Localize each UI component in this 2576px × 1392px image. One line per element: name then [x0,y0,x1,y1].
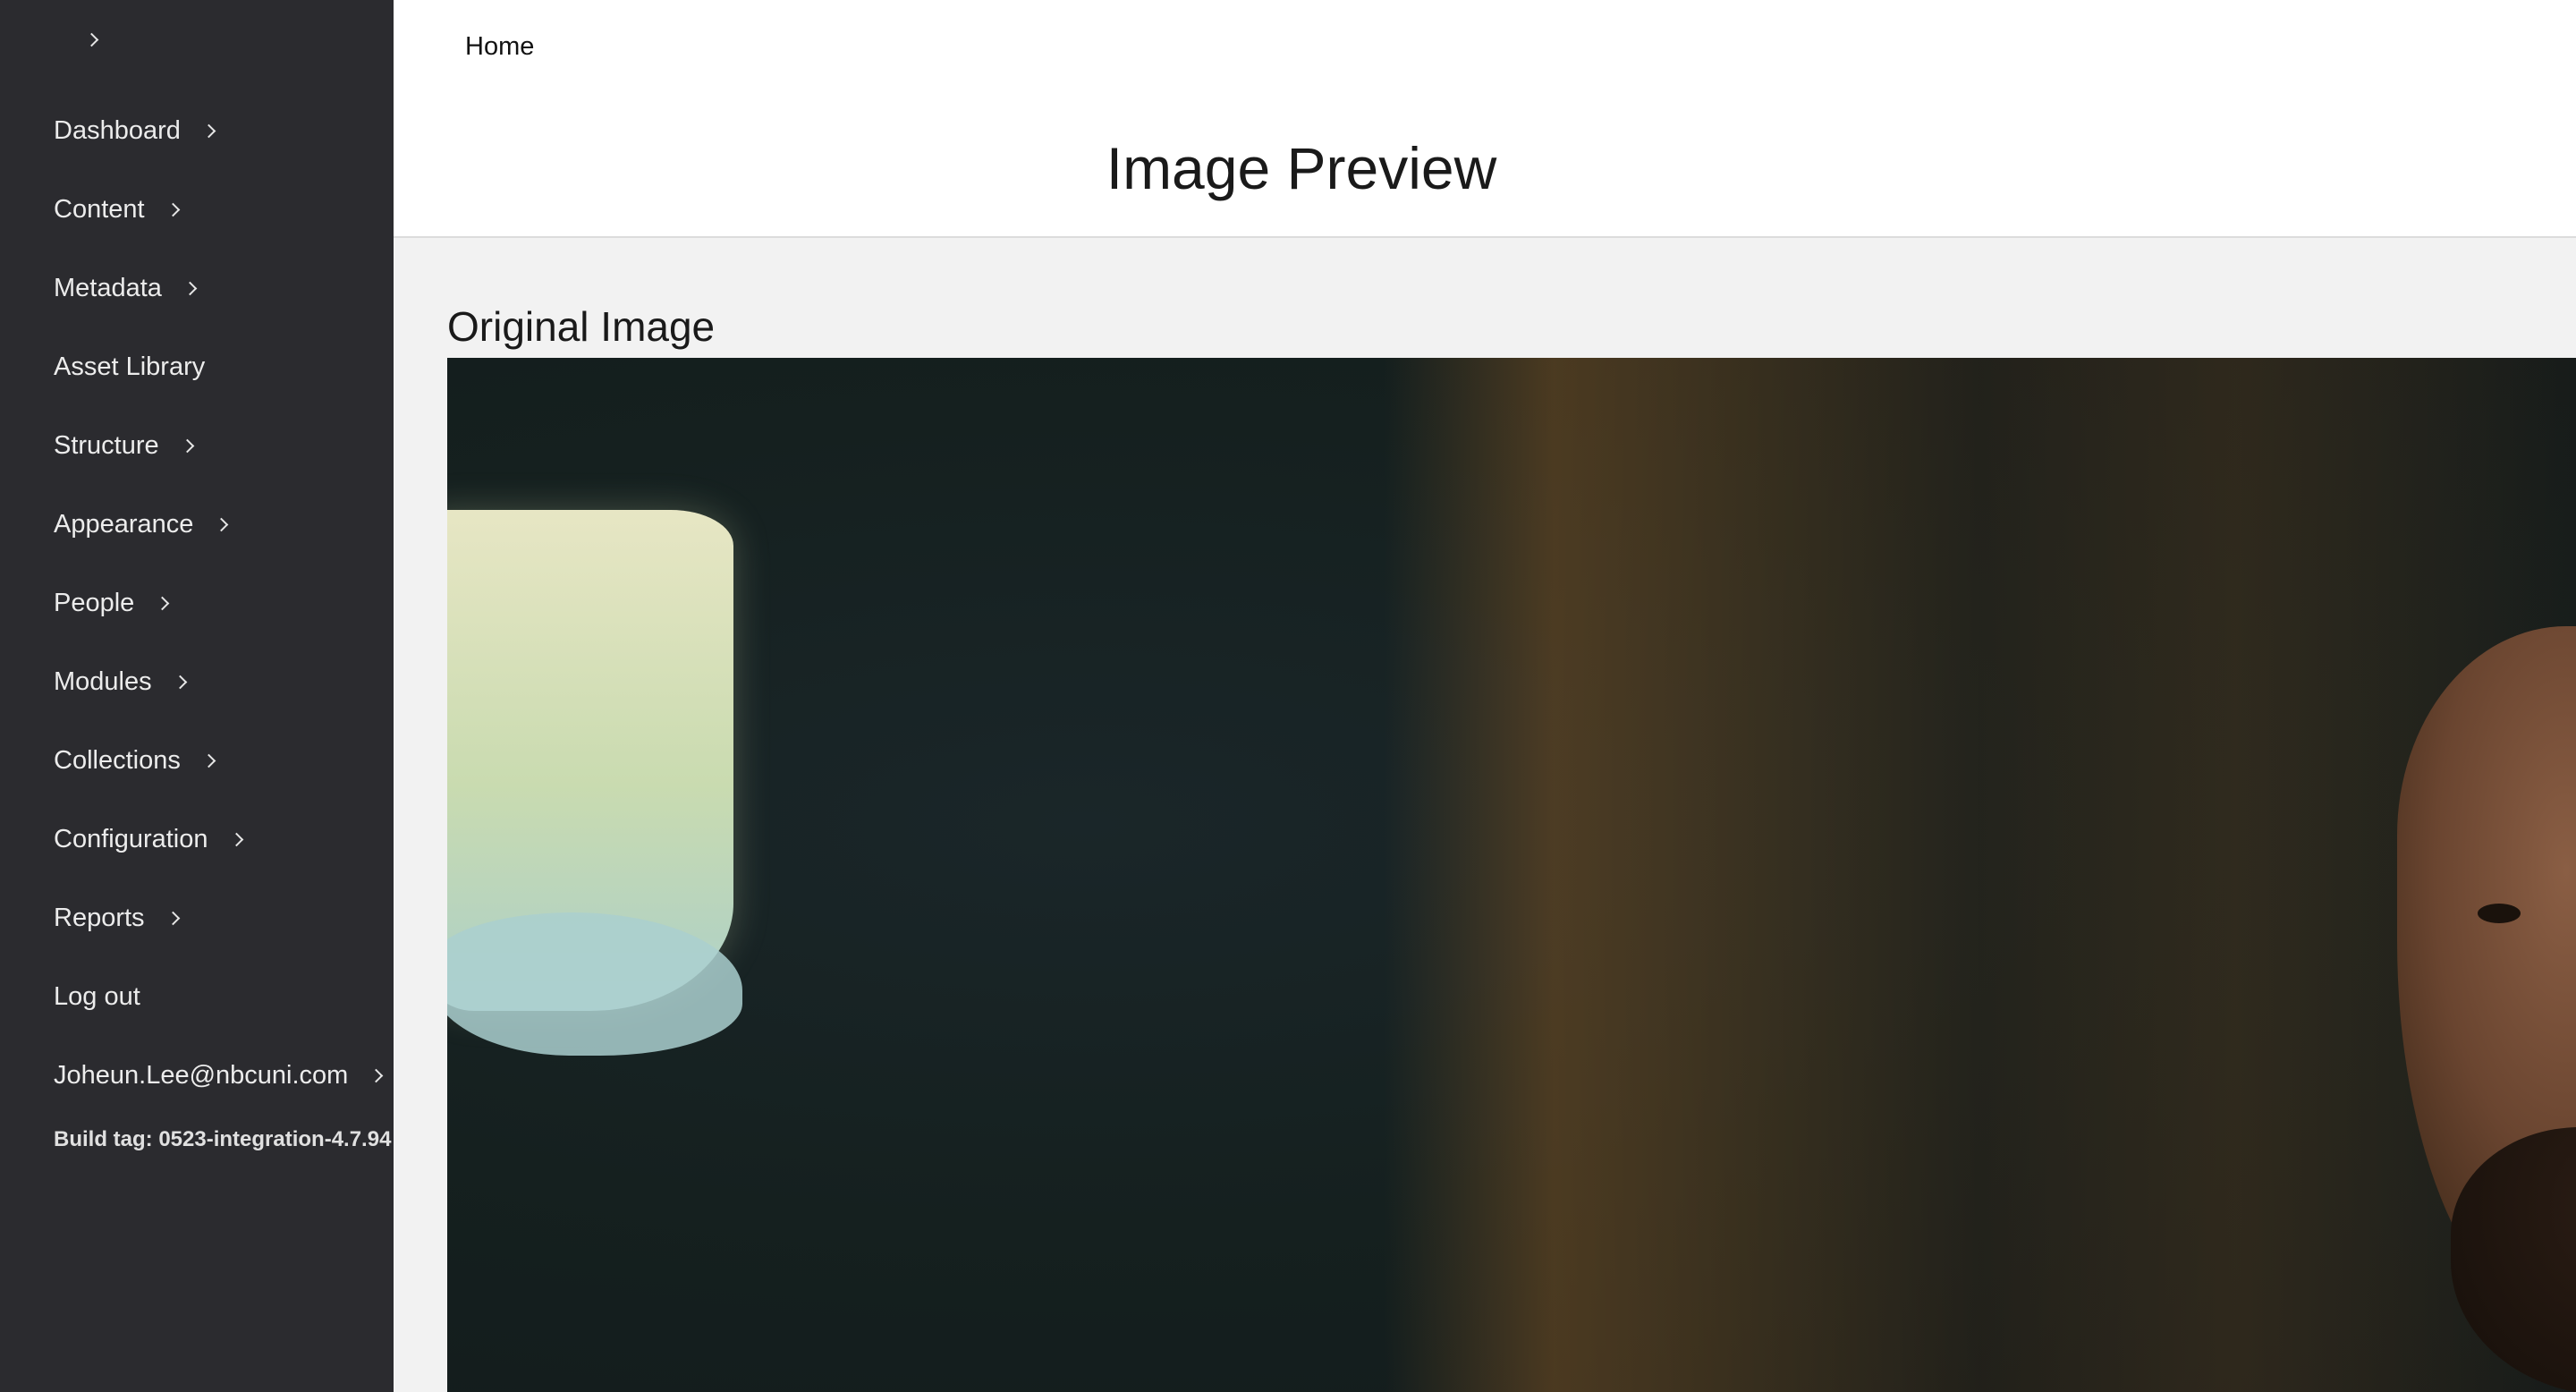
sidebar-item-log-out[interactable]: Log out [0,957,394,1036]
chevron-right-icon [182,281,198,295]
sidebar-item-label: People [54,588,135,617]
sidebar-item-label: Appearance [54,509,194,539]
chevron-right-icon [84,32,98,47]
chevron-right-icon [229,832,243,846]
sidebar-item-structure[interactable]: Structure [0,406,394,485]
main-content: Original Image [394,238,2576,1392]
chevron-right-icon [165,911,180,925]
chevron-right-icon [173,675,187,689]
chevron-right-icon [201,753,216,768]
breadcrumb-home-link[interactable]: Home [465,32,534,62]
sidebar-item-label: Configuration [54,824,208,853]
chevron-right-icon [156,596,170,610]
page-header: Home Image Preview [394,0,2576,238]
sidebar-item-label: Joheun.Lee@nbcuni.com [54,1060,349,1090]
sidebar-item-label: Collections [54,745,181,775]
sidebar-item-collections[interactable]: Collections [0,721,394,800]
sidebar-nav: Dashboard Content Metadata Asset Library… [0,91,394,1115]
sidebar-item-label: Dashboard [54,115,181,145]
sidebar: Dashboard Content Metadata Asset Library… [0,0,394,1392]
sidebar-item-appearance[interactable]: Appearance [0,485,394,564]
page-title: Image Preview [1106,135,1497,201]
section-title: Original Image [447,303,716,350]
sidebar-item-configuration[interactable]: Configuration [0,800,394,878]
sidebar-item-label: Metadata [54,273,162,302]
sidebar-item-reports[interactable]: Reports [0,878,394,957]
build-tag: Build tag: 0523-integration-4.7.94 [54,1127,392,1151]
chevron-right-icon [215,517,229,531]
sidebar-item-user-account[interactable]: Joheun.Lee@nbcuni.com [0,1036,394,1115]
app-root: Dashboard Content Metadata Asset Library… [0,0,2576,1392]
sidebar-item-people[interactable]: People [0,564,394,642]
sidebar-item-label: Reports [54,903,145,932]
sidebar-item-asset-library[interactable]: Asset Library [0,327,394,406]
sidebar-item-metadata[interactable]: Metadata [0,249,394,327]
sidebar-item-label: Content [54,194,145,224]
sidebar-item-label: Asset Library [54,352,206,381]
chevron-right-icon [180,438,194,453]
sidebar-toggle-button[interactable] [75,23,107,55]
sidebar-item-content[interactable]: Content [0,170,394,249]
person-eye-graphic [2478,904,2521,923]
chevron-right-icon [201,123,216,138]
sidebar-item-modules[interactable]: Modules [0,642,394,721]
chevron-right-icon [369,1068,384,1082]
sidebar-item-label: Structure [54,430,159,460]
sidebar-item-dashboard[interactable]: Dashboard [0,91,394,170]
chevron-right-icon [165,202,180,216]
original-image-preview [447,358,2576,1392]
sidebar-item-label: Modules [54,666,152,696]
sidebar-item-label: Log out [54,981,140,1011]
